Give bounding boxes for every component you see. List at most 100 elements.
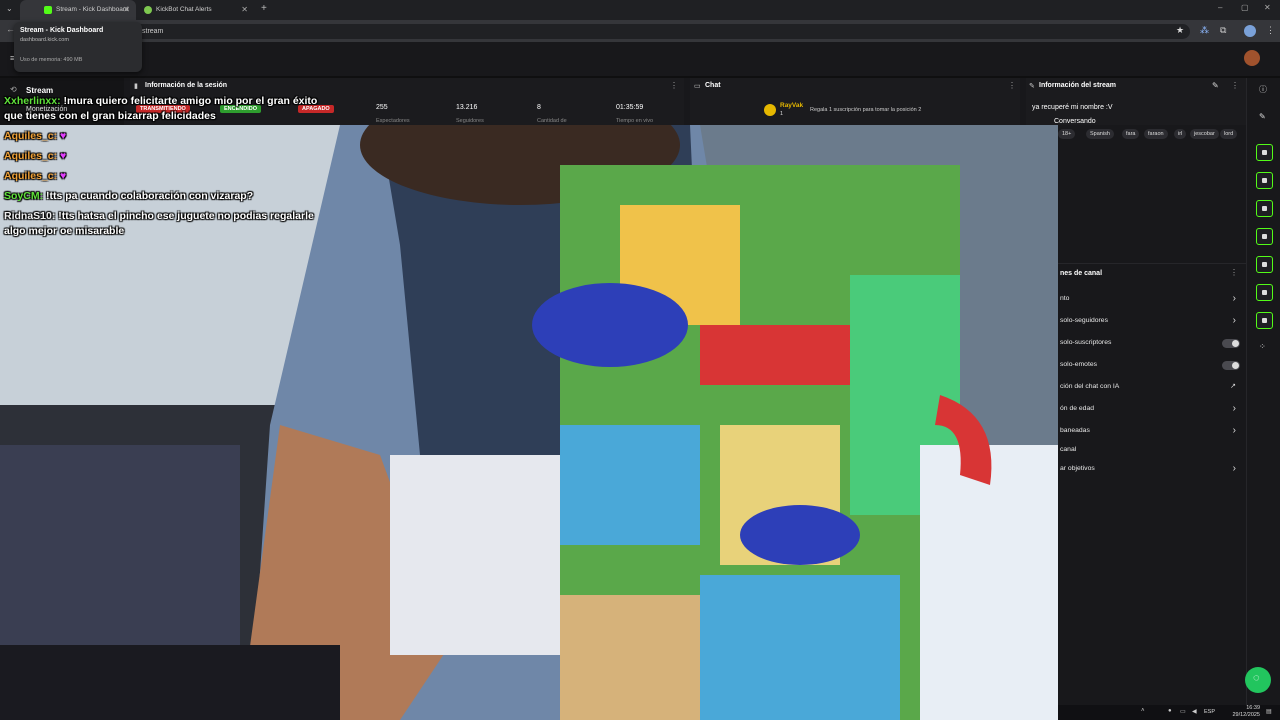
option-label: solo-suscriptores: [1060, 339, 1112, 346]
profile-avatar[interactable]: [1244, 25, 1256, 37]
info-icon[interactable]: ⓘ: [1259, 84, 1267, 95]
maximize-icon[interactable]: ▢: [1241, 3, 1249, 12]
option-label: solo-seguidores: [1060, 317, 1108, 324]
nodes-icon[interactable]: ⁘: [1259, 342, 1266, 351]
tooltip-title: Stream - Kick Dashboard: [20, 27, 104, 34]
tag-pill[interactable]: Spanish: [1086, 129, 1114, 139]
option-label: ción del chat con IA: [1060, 383, 1120, 390]
heart-emote-icon: ♥: [57, 150, 67, 162]
stream-info-menu-icon[interactable]: ⋮: [1231, 81, 1239, 90]
rail-chat-icon[interactable]: [1256, 228, 1273, 245]
chat-text: !tts hatsa el pincho ese juguete no podi…: [55, 210, 314, 222]
option-age-restriction[interactable]: ón de edad ›: [1058, 398, 1246, 420]
omnibox[interactable]: stream: [130, 24, 1190, 39]
chat-message: algo mejor oe misarable: [4, 225, 124, 237]
rail-wrench-icon[interactable]: [1256, 312, 1273, 329]
window-close-icon[interactable]: ✕: [1264, 3, 1271, 12]
chat-menu-icon[interactable]: ⋮: [1008, 81, 1016, 90]
rail-tool-5-icon[interactable]: [1256, 256, 1273, 273]
edit-pencil-icon[interactable]: ✎: [1212, 81, 1219, 90]
chat-panel-header: ▭ Chat ⋮ RayVak 1 Regala 1 suscripción p…: [690, 78, 1020, 126]
channel-options-menu-icon[interactable]: ⋮: [1230, 268, 1238, 277]
tag-pill[interactable]: irl: [1174, 129, 1187, 139]
clock-date: 29/12/2025: [1232, 712, 1260, 718]
chat-username[interactable]: Aquiles_c:: [4, 170, 57, 182]
tag-pill[interactable]: lord: [1220, 129, 1238, 139]
menu-kebab-icon[interactable]: ⋮: [1266, 25, 1275, 36]
language-indicator[interactable]: ESP: [1204, 709, 1215, 715]
tray-chevron-icon[interactable]: ˄: [1141, 708, 1145, 714]
followers-value: 13.216: [456, 104, 478, 111]
viewers-label: Espectadores: [376, 118, 410, 124]
chat-message: Aquiles_c: ♥: [4, 170, 66, 182]
channel-options-title: nes de canal: [1060, 270, 1103, 277]
tab-kickbot-alerts[interactable]: KickBot Chat Alerts ✕: [120, 0, 254, 20]
chevron-right-icon: ›: [1232, 293, 1236, 304]
subscribers-only-toggle[interactable]: [1222, 339, 1240, 348]
option-goals[interactable]: ar objetivos ›: [1058, 458, 1246, 480]
chat-message: RidnaS10: !tts hatsa el pincho ese jugue…: [4, 210, 314, 222]
new-tab-plus-icon[interactable]: +: [261, 3, 267, 14]
top-gifter-name[interactable]: RayVak: [780, 102, 803, 109]
option-followers-only[interactable]: solo-seguidores ›: [1058, 310, 1246, 332]
stream-title-text: ya recuperé mi nombre :V: [1032, 104, 1113, 111]
tag-pill[interactable]: jescobar: [1190, 129, 1219, 139]
nav-stream-label[interactable]: Stream: [26, 86, 53, 95]
top-gifter-count: 1: [780, 111, 784, 117]
viewers-value: 255: [376, 104, 388, 111]
rail-tool-6-icon[interactable]: [1256, 284, 1273, 301]
emotes-only-toggle[interactable]: [1222, 361, 1240, 370]
tooltip-domain: dashboard.kick.com: [20, 37, 69, 43]
tag-pill[interactable]: 18+: [1058, 129, 1076, 139]
kickbot-favicon-icon: [144, 6, 152, 14]
volume-icon[interactable]: ◀: [1192, 708, 1197, 715]
option-ai-moderation[interactable]: ción del chat con IA ↗: [1058, 376, 1246, 398]
option-label: baneadas: [1060, 427, 1090, 434]
puzzle-extensions-icon[interactable]: ⧉: [1220, 25, 1226, 36]
option-label: solo-emotes: [1060, 361, 1098, 368]
os-taskbar: ˄ ● ▭ ◀ ESP 16:39 29/12/2025 ▤: [1058, 705, 1280, 720]
tab-kick-dashboard[interactable]: Stream - Kick Dashboard ✕: [20, 0, 136, 20]
chat-fab-button[interactable]: ◌: [1245, 667, 1271, 693]
tag-pill[interactable]: faraon: [1144, 129, 1168, 139]
rail-tool-3-icon[interactable]: [1256, 200, 1273, 217]
pencil-icon[interactable]: ✎: [1259, 112, 1266, 121]
clock[interactable]: 16:39 29/12/2025: [1232, 705, 1260, 719]
external-link-icon: ↗: [1230, 383, 1236, 390]
rail-tool-2-icon[interactable]: [1256, 172, 1273, 189]
network-icon[interactable]: ▭: [1180, 708, 1186, 715]
tab-list-chevron-icon[interactable]: ⌄: [6, 4, 13, 13]
count-label: Cantidad de: [537, 118, 567, 124]
chat-text: algo mejor oe misarable: [4, 225, 125, 237]
chevron-right-icon: ›: [1232, 463, 1236, 474]
stream-info-header: ✎ Información del stream ✎ ⋮ ya recuperé…: [1026, 78, 1246, 126]
option-row[interactable]: nto ›: [1058, 288, 1246, 310]
stream-info-title: Información del stream: [1039, 82, 1117, 89]
heart-emote-icon: ♥: [57, 170, 67, 182]
tooltip-memory: Uso de memoria: 490 MB: [20, 57, 83, 63]
option-label: ar objetivos: [1060, 465, 1095, 472]
close-tab-icon[interactable]: ✕: [241, 0, 248, 20]
chat-username[interactable]: RidnaS10:: [4, 210, 55, 222]
session-menu-icon[interactable]: ⋮: [670, 81, 678, 90]
chat-username[interactable]: Aquiles_c:: [4, 150, 57, 162]
notification-icon[interactable]: ▤: [1266, 708, 1272, 715]
gift-rank-icon: [764, 104, 776, 116]
option-emotes-only: solo-emotes: [1058, 354, 1246, 376]
rail-tool-1-icon[interactable]: [1256, 144, 1273, 161]
user-avatar[interactable]: [1244, 50, 1260, 66]
chat-message: SoyCM: !tts pa cuando colaboración con v…: [4, 190, 253, 202]
mic-icon[interactable]: ●: [1168, 708, 1172, 714]
session-chart-icon: ▮: [134, 83, 138, 90]
count-value: 8: [537, 104, 541, 111]
chat-message: Aquiles_c: ♥: [4, 150, 66, 162]
chat-username[interactable]: Xxherlinxx:: [4, 95, 61, 107]
chat-username[interactable]: Aquiles_c:: [4, 130, 57, 142]
option-subscribers-only: solo-suscriptores: [1058, 332, 1246, 354]
minimize-icon[interactable]: –: [1218, 3, 1222, 12]
chat-username[interactable]: SoyCM:: [4, 190, 43, 202]
extension-icon[interactable]: ⁂: [1200, 25, 1209, 36]
bookmark-star-icon[interactable]: ★: [1176, 25, 1184, 36]
tag-pill[interactable]: fara: [1122, 129, 1140, 139]
chat-bubble-icon: ◌: [1253, 672, 1260, 684]
